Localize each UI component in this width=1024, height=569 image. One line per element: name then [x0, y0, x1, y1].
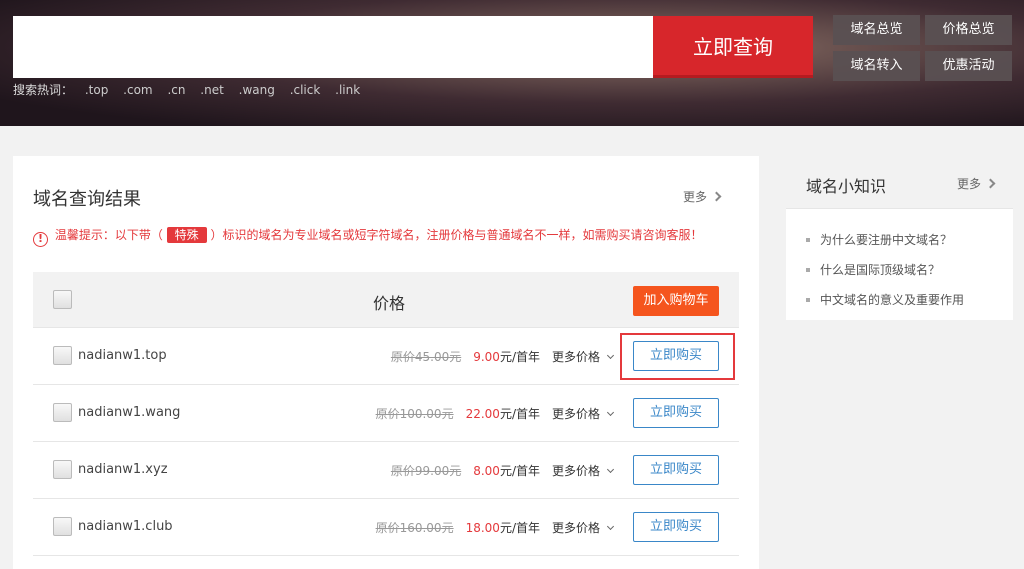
hot-word-cn[interactable]: .cn [167, 83, 185, 97]
buy-now-button[interactable]: 立即购买 [633, 398, 719, 428]
table-row: nadianw1.club 原价160.00元 18.00元/首年 更多价格 立即购… [33, 499, 739, 556]
knowledge-more-label: 更多 [957, 177, 982, 191]
row-checkbox[interactable] [53, 403, 72, 422]
knowledge-panel: 域名小知识 更多 为什么要注册中文域名？ 什么是国际顶级域名？ 中文域名的意义及… [786, 156, 1013, 320]
price-group: 原价99.00元 8.00元/首年 更多价格 [390, 462, 615, 479]
more-prices-toggle[interactable]: 更多价格 [551, 521, 615, 535]
original-price: 原价99.00元 [390, 464, 462, 478]
notice-tip: ! 温馨提示：以下带（ 特殊 ）标识的域名为专业域名或短字符域名，注册价格与普通… [33, 226, 703, 247]
special-tag: 特殊 [166, 227, 207, 243]
more-prices-label: 更多价格 [551, 350, 600, 364]
chevron-down-icon [606, 465, 615, 474]
header-banner: 立即查询 搜索热词： .top .com .cn .net .wang .cli… [0, 0, 1024, 126]
chevron-right-icon [985, 178, 996, 189]
results-title: 域名查询结果 [33, 189, 141, 210]
knowledge-item[interactable]: 为什么要注册中文域名？ [806, 225, 1013, 255]
add-to-cart-button[interactable]: 加入购物车 [633, 286, 719, 316]
domain-name: nadianw1.top [78, 348, 167, 363]
buy-now-button[interactable]: 立即购买 [633, 455, 719, 485]
knowledge-title: 域名小知识 [806, 177, 887, 196]
current-price: 18.00 [465, 521, 500, 535]
knowledge-item[interactable]: 什么是国际顶级域名？ [806, 255, 1013, 285]
domain-name: nadianw1.club [78, 519, 173, 534]
more-prices-toggle[interactable]: 更多价格 [551, 350, 615, 364]
chevron-down-icon [606, 408, 615, 417]
table-row: nadianw1.top 原价45.00元 9.00元/首年 更多价格 立即购买 [33, 328, 739, 385]
table-row: nadianw1.wang 原价100.00元 22.00元/首年 更多价格 立即购… [33, 385, 739, 442]
buy-now-button[interactable]: 立即购买 [633, 512, 719, 542]
domain-name: nadianw1.wang [78, 405, 181, 420]
price-column-header: 价格 [373, 294, 406, 313]
price-unit: 元/首年 [499, 350, 540, 364]
row-checkbox[interactable] [53, 346, 72, 365]
highlight-box [620, 333, 735, 380]
hot-words-label: 搜索热词： [13, 83, 74, 97]
knowledge-header: 域名小知识 更多 [786, 156, 1013, 209]
more-prices-label: 更多价格 [551, 464, 600, 478]
original-price: 原价160.00元 [375, 521, 454, 535]
chevron-right-icon [711, 191, 722, 202]
original-price: 原价45.00元 [390, 350, 462, 364]
hot-words-bar: 搜索热词： .top .com .cn .net .wang .click .l… [13, 81, 371, 98]
search-button[interactable]: 立即查询 [653, 16, 813, 78]
original-price: 原价100.00元 [375, 407, 454, 421]
hot-word-wang[interactable]: .wang [239, 83, 275, 97]
hot-word-com[interactable]: .com [123, 83, 152, 97]
more-prices-toggle[interactable]: 更多价格 [551, 464, 615, 478]
table-row: nadianw1.xyz 原价99.00元 8.00元/首年 更多价格 立即购买 [33, 442, 739, 499]
hot-word-click[interactable]: .click [290, 83, 321, 97]
chevron-down-icon [606, 351, 615, 360]
current-price: 8.00 [473, 464, 500, 478]
knowledge-item[interactable]: 中文域名的意义及重要作用 [806, 285, 1013, 315]
more-prices-toggle[interactable]: 更多价格 [551, 407, 615, 421]
knowledge-list: 为什么要注册中文域名？ 什么是国际顶级域名？ 中文域名的意义及重要作用 [786, 209, 1013, 315]
select-all-checkbox[interactable] [53, 290, 72, 309]
results-table: 价格 加入购物车 nadianw1.top 原价45.00元 9.00元/首年 更多… [33, 272, 739, 556]
price-unit: 元/首年 [499, 407, 540, 421]
warning-icon: ! [33, 232, 48, 247]
price-unit: 元/首年 [499, 521, 540, 535]
row-checkbox[interactable] [53, 517, 72, 536]
domain-overview-link[interactable]: 域名总览 [833, 15, 920, 45]
tip-suffix: ）标识的域名为专业域名或短字符域名，注册价格与普通域名不一样，如需购买请咨询客服… [210, 228, 703, 242]
results-more-link[interactable]: 更多 [683, 188, 722, 205]
results-panel: 域名查询结果 更多 ! 温馨提示：以下带（ 特殊 ）标识的域名为专业域名或短字符… [13, 156, 759, 569]
table-header: 价格 加入购物车 [33, 272, 739, 328]
tip-prefix: 温馨提示：以下带（ [54, 228, 163, 242]
price-group: 原价100.00元 22.00元/首年 更多价格 [375, 405, 615, 422]
price-overview-link[interactable]: 价格总览 [925, 15, 1012, 45]
knowledge-more-link[interactable]: 更多 [957, 175, 996, 192]
promotions-link[interactable]: 优惠活动 [925, 51, 1012, 81]
domain-search-input[interactable] [13, 16, 653, 78]
price-group: 原价160.00元 18.00元/首年 更多价格 [375, 519, 615, 536]
current-price: 9.00 [473, 350, 500, 364]
hot-word-link[interactable]: .link [335, 83, 360, 97]
chevron-down-icon [606, 522, 615, 531]
price-group: 原价45.00元 9.00元/首年 更多价格 [390, 348, 615, 365]
row-checkbox[interactable] [53, 460, 72, 479]
results-more-label: 更多 [683, 190, 708, 204]
hot-word-top[interactable]: .top [85, 83, 108, 97]
hot-word-net[interactable]: .net [200, 83, 224, 97]
more-prices-label: 更多价格 [551, 521, 600, 535]
price-unit: 元/首年 [499, 464, 540, 478]
more-prices-label: 更多价格 [551, 407, 600, 421]
domain-name: nadianw1.xyz [78, 462, 168, 477]
current-price: 22.00 [465, 407, 500, 421]
domain-transfer-link[interactable]: 域名转入 [833, 51, 920, 81]
